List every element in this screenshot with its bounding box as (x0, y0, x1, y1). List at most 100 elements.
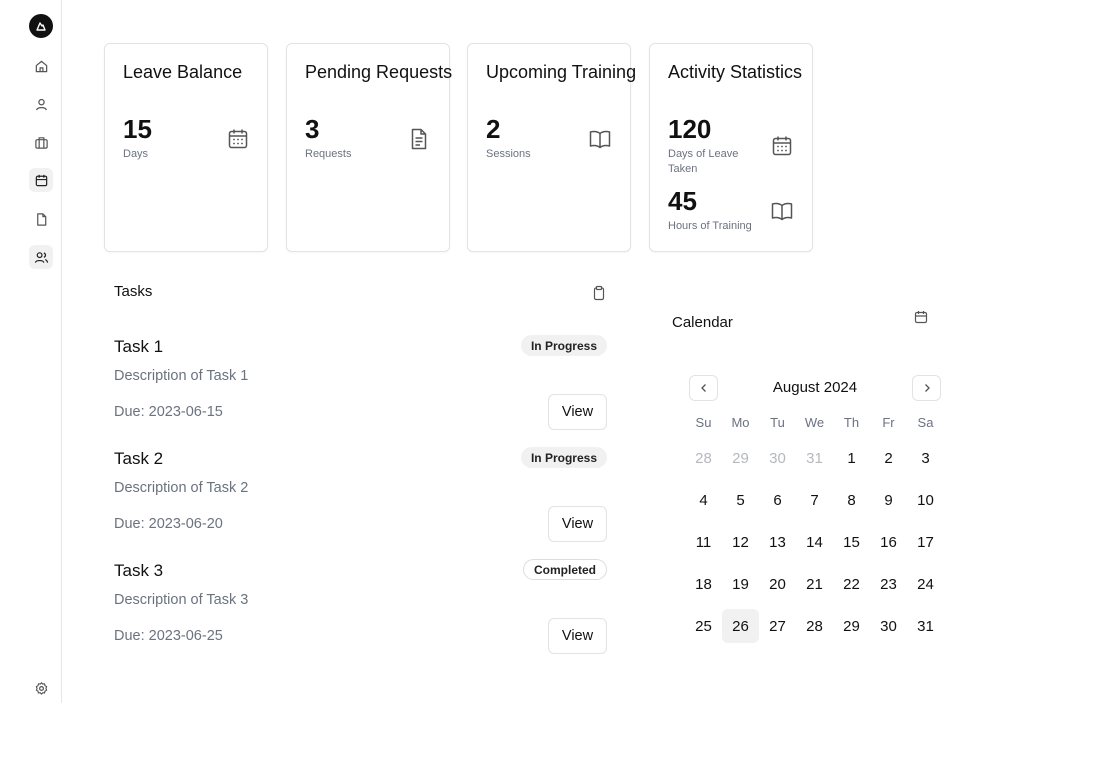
calendar-day[interactable]: 31 (796, 441, 833, 475)
previous-month-button[interactable] (689, 375, 718, 401)
clipboard-icon (593, 285, 605, 301)
upcoming-training-label: Sessions (486, 148, 531, 160)
view-task-button[interactable]: View (548, 394, 607, 430)
leave-balance-card: Leave Balance 15 Days (104, 43, 268, 252)
calendar-day[interactable]: 17 (907, 525, 944, 559)
calendar-day[interactable]: 28 (685, 441, 722, 475)
calendar-day[interactable]: 9 (870, 483, 907, 517)
book-open-icon (771, 202, 793, 221)
calendar-day[interactable]: 16 (870, 525, 907, 559)
weekday-header: Mo (731, 415, 750, 430)
upcoming-training-value: 2 (486, 114, 501, 144)
tasks-title: Tasks (114, 283, 153, 300)
calendar-day[interactable]: 14 (796, 525, 833, 559)
task-name: Task 1 (114, 337, 164, 356)
calendar-day[interactable]: 19 (722, 567, 759, 601)
pending-requests-label: Requests (305, 148, 352, 160)
calendar-day[interactable]: 20 (759, 567, 796, 601)
sidebar-item-home[interactable] (29, 54, 53, 78)
task-name: Task 2 (114, 449, 164, 468)
calendar-day[interactable]: 8 (833, 483, 870, 517)
calendar-title: Calendar (672, 314, 733, 331)
book-open-icon (589, 130, 611, 149)
calendar-day[interactable]: 24 (907, 567, 944, 601)
weekday-header: Th (843, 415, 860, 430)
task-name: Task 3 (114, 561, 164, 580)
calendar-icon (35, 174, 47, 186)
calendar-day[interactable]: 13 (759, 525, 796, 559)
status-badge: Completed (522, 559, 607, 580)
task-due-date: Due: 2023-06-25 (114, 628, 223, 644)
calendar-day[interactable]: 2 (870, 441, 907, 475)
sidebar-item-team[interactable] (29, 245, 53, 269)
card-title: Activity Statistics (668, 62, 803, 82)
sidebar-item-settings[interactable] (29, 676, 53, 700)
calendar-day[interactable]: 29 (722, 441, 759, 475)
calendar-day[interactable]: 25 (685, 609, 722, 643)
next-month-button[interactable] (912, 375, 941, 401)
home-icon (35, 60, 47, 72)
calendar-day[interactable]: 23 (870, 567, 907, 601)
calendar-day[interactable]: 21 (796, 567, 833, 601)
status-badge: In Progress (520, 447, 607, 468)
calendar-day[interactable]: 5 (722, 483, 759, 517)
leave-taken-label: Days of Leave Taken (668, 148, 739, 175)
calendar-day[interactable]: 26 (722, 609, 759, 643)
calendar-icon (914, 311, 928, 324)
task-description: Description of Task 2 (114, 480, 249, 496)
task-due-date: Due: 2023-06-15 (114, 404, 223, 420)
weekday-header: Fr (882, 415, 895, 430)
app-logo[interactable] (29, 14, 53, 38)
leave-taken-value: 120 (668, 114, 712, 144)
calendar-day[interactable]: 12 (722, 525, 759, 559)
weekday-header: We (804, 415, 825, 430)
task-description: Description of Task 1 (114, 368, 249, 384)
activity-statistics-card: Activity Statistics 120 Days of Leave Ta… (649, 43, 813, 252)
calendar-icon (772, 136, 792, 156)
view-task-button[interactable]: View (548, 618, 607, 654)
users-icon (34, 251, 48, 263)
sidebar-item-documents[interactable] (29, 207, 53, 231)
task-due-date: Due: 2023-06-20 (114, 516, 223, 532)
card-title: Upcoming Training (486, 62, 637, 82)
calendar-day[interactable]: 15 (833, 525, 870, 559)
training-hours-value: 45 (668, 186, 697, 216)
card-title: Leave Balance (123, 62, 243, 82)
briefcase-icon (34, 136, 48, 149)
leave-balance-label: Days (123, 148, 149, 160)
calendar-day[interactable]: 1 (833, 441, 870, 475)
user-icon (35, 98, 47, 110)
calendar-icon (228, 129, 248, 149)
calendar-day[interactable]: 30 (759, 441, 796, 475)
weekday-header: Tu (770, 415, 785, 430)
calendar-day[interactable]: 10 (907, 483, 944, 517)
sidebar-item-jobs[interactable] (29, 130, 53, 154)
file-icon (36, 212, 46, 226)
view-task-button[interactable]: View (548, 506, 607, 542)
training-hours-label: Hours of Training (668, 220, 752, 232)
calendar-day[interactable]: 30 (870, 609, 907, 643)
mountain-logo-icon (36, 22, 46, 31)
sidebar-item-calendar[interactable] (29, 168, 53, 192)
weekday-header: Sa (917, 415, 934, 430)
calendar-month-label: August 2024 (772, 379, 858, 396)
calendar-day[interactable]: 29 (833, 609, 870, 643)
leave-balance-value: 15 (123, 114, 152, 144)
pending-requests-card: Pending Requests 3 Requests (286, 43, 453, 252)
calendar-day[interactable]: 11 (685, 525, 722, 559)
chevron-right-icon (924, 384, 930, 392)
card-title: Pending Requests (305, 62, 453, 82)
calendar-day[interactable]: 22 (833, 567, 870, 601)
calendar-day[interactable]: 28 (796, 609, 833, 643)
calendar-day[interactable]: 7 (796, 483, 833, 517)
task-description: Description of Task 3 (114, 592, 249, 608)
calendar-day[interactable]: 18 (685, 567, 722, 601)
calendar-day[interactable]: 6 (759, 483, 796, 517)
upcoming-training-card: Upcoming Training 2 Sessions (467, 43, 636, 252)
chevron-left-icon (700, 384, 706, 392)
sidebar-item-profile[interactable] (29, 92, 53, 116)
calendar-day[interactable]: 4 (685, 483, 722, 517)
calendar-day[interactable]: 27 (759, 609, 796, 643)
calendar-day[interactable]: 31 (907, 609, 944, 643)
calendar-day[interactable]: 3 (907, 441, 944, 475)
